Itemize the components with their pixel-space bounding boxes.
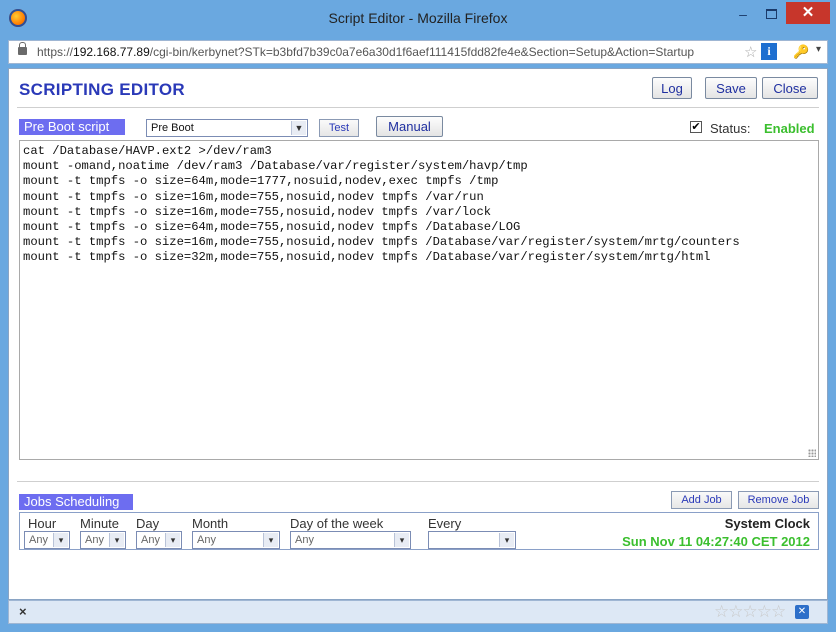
jobs-scheduling-label: Jobs Scheduling bbox=[19, 494, 133, 510]
script-select[interactable]: Pre Boot ▼ bbox=[146, 119, 308, 137]
manual-button[interactable]: Manual bbox=[376, 116, 443, 137]
log-button[interactable]: Log bbox=[652, 77, 692, 99]
chevron-down-icon[interactable]: ▾ bbox=[394, 533, 409, 547]
chevron-down-icon[interactable]: ▾ bbox=[53, 533, 68, 547]
maximize-button[interactable] bbox=[758, 4, 784, 24]
day-value: Any bbox=[141, 534, 160, 546]
hour-label: Hour bbox=[28, 516, 57, 531]
hour-value: Any bbox=[29, 534, 48, 546]
every-label: Every bbox=[428, 516, 462, 531]
day-label: Day bbox=[136, 516, 160, 531]
rating-stars[interactable]: ☆☆☆☆☆ bbox=[714, 602, 786, 622]
info-icon[interactable]: i bbox=[761, 43, 777, 60]
window-close-button[interactable]: ✕ bbox=[786, 2, 830, 24]
day-of-week-select[interactable]: Any ▾ bbox=[290, 531, 411, 549]
script-select-value: Pre Boot bbox=[151, 122, 194, 134]
system-clock-value: Sun Nov 11 04:27:40 CET 2012 bbox=[622, 534, 810, 549]
test-button[interactable]: Test bbox=[319, 119, 359, 137]
minimize-button[interactable]: – bbox=[730, 4, 756, 24]
minute-value: Any bbox=[85, 534, 104, 546]
url-scheme: https:// bbox=[37, 45, 74, 59]
script-type-label: Pre Boot script bbox=[19, 119, 125, 135]
status-checkbox[interactable]: ✔ bbox=[690, 121, 702, 133]
url-text[interactable]: https://192.168.77.89/cgi-bin/kerbynet?S… bbox=[37, 45, 694, 59]
chevron-down-icon[interactable]: ▾ bbox=[109, 533, 124, 547]
chevron-down-icon[interactable]: ▾ bbox=[499, 533, 514, 547]
month-select[interactable]: Any ▾ bbox=[192, 531, 280, 549]
hour-select[interactable]: Any ▾ bbox=[24, 531, 70, 549]
month-label: Month bbox=[192, 516, 229, 531]
page-title: SCRIPTING EDITOR bbox=[19, 80, 186, 99]
chevron-down-icon[interactable]: ▾ bbox=[263, 533, 278, 547]
system-clock-label: System Clock bbox=[724, 516, 810, 531]
day-of-week-value: Any bbox=[295, 534, 314, 546]
resize-grip-icon[interactable] bbox=[808, 449, 816, 457]
url-host: 192.168.77.89 bbox=[73, 45, 150, 59]
jobs-scheduling-panel: Hour Minute Day Month Day of the week Ev… bbox=[19, 512, 819, 550]
addon-icon[interactable]: ✕ bbox=[795, 605, 809, 619]
title-bar: Script Editor - Mozilla Firefox – ✕ bbox=[0, 0, 836, 38]
add-job-button[interactable]: Add Job bbox=[671, 491, 732, 509]
chevron-down-icon[interactable]: ▾ bbox=[816, 44, 821, 55]
month-value: Any bbox=[197, 534, 216, 546]
every-select[interactable]: ▾ bbox=[428, 531, 516, 549]
page-content: SCRIPTING EDITOR Log Save Close Pre Boot… bbox=[8, 68, 828, 600]
minute-select[interactable]: Any ▾ bbox=[80, 531, 126, 549]
script-text[interactable]: cat /Database/HAVP.ext2 >/dev/ram3 mount… bbox=[20, 141, 818, 269]
bookmark-star-icon[interactable]: ☆ bbox=[744, 43, 757, 61]
divider bbox=[17, 107, 819, 108]
browser-status-bar: × ☆☆☆☆☆ ✕ bbox=[8, 600, 828, 624]
chevron-down-icon[interactable]: ▼ bbox=[291, 121, 306, 135]
remove-job-button[interactable]: Remove Job bbox=[738, 491, 819, 509]
minute-label: Minute bbox=[80, 516, 120, 531]
day-of-week-label: Day of the week bbox=[290, 516, 384, 531]
close-button[interactable]: Close bbox=[762, 77, 818, 99]
save-button[interactable]: Save bbox=[705, 77, 757, 99]
status-value: Enabled bbox=[764, 121, 815, 136]
url-path: /cgi-bin/kerbynet?STk=b3bfd7b39c0a7e6a30… bbox=[149, 45, 695, 59]
chevron-down-icon[interactable]: ▾ bbox=[165, 533, 180, 547]
url-bar[interactable]: https://192.168.77.89/cgi-bin/kerbynet?S… bbox=[8, 40, 828, 64]
window-title: Script Editor - Mozilla Firefox bbox=[328, 10, 508, 26]
divider bbox=[17, 481, 819, 482]
status-label: Status: bbox=[710, 121, 751, 136]
close-icon[interactable]: × bbox=[19, 604, 27, 619]
script-editor[interactable]: cat /Database/HAVP.ext2 >/dev/ram3 mount… bbox=[19, 140, 819, 460]
key-icon[interactable]: 🔑 bbox=[793, 44, 809, 60]
day-select[interactable]: Any ▾ bbox=[136, 531, 182, 549]
lock-icon[interactable] bbox=[18, 42, 27, 55]
